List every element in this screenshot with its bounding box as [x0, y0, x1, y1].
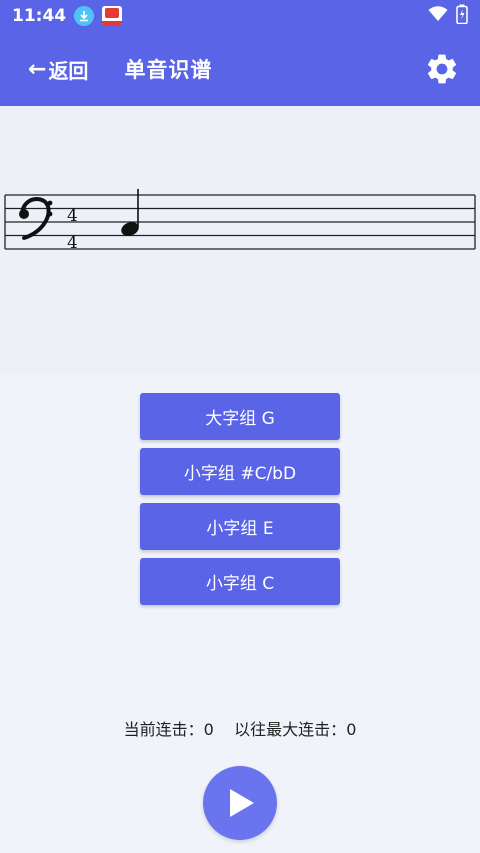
gear-icon: [427, 54, 457, 84]
battery-icon: [456, 4, 468, 28]
app-notification-icon: [102, 6, 123, 26]
max-streak-label: 以往最大连击：: [234, 720, 347, 739]
answer-options: 大字组 G 小字组 #C/bD 小字组 E 小字组 C: [140, 393, 340, 613]
settings-button[interactable]: [424, 51, 460, 87]
streak-stats: 当前连击：0 以往最大连击：0: [0, 716, 480, 740]
current-streak-value: 0: [203, 720, 214, 739]
back-arrow-icon: ←: [28, 56, 47, 82]
app-bar: ← 返回 单音识谱: [0, 32, 480, 106]
bass-clef-icon: [19, 196, 53, 240]
status-time: 11:44: [12, 6, 67, 26]
back-button[interactable]: ← 返回: [28, 55, 88, 84]
time-signature-bottom: 4: [67, 233, 78, 253]
max-streak-value: 0: [346, 720, 357, 739]
page-title: 单音识谱: [124, 58, 213, 82]
quarter-note-icon: [121, 189, 139, 236]
answer-button-3[interactable]: 小字组 E: [140, 503, 340, 550]
answer-button-2[interactable]: 小字组 #C/bD: [140, 448, 340, 495]
music-staff: 4 4: [4, 189, 476, 253]
play-icon: [230, 789, 254, 817]
status-bar: 11:44: [0, 0, 480, 32]
staff-area: 4 4: [0, 106, 480, 374]
back-label: 返回: [48, 58, 89, 83]
download-icon: [74, 6, 95, 26]
answer-button-4[interactable]: 小字组 C: [140, 558, 340, 605]
wifi-icon: [428, 6, 448, 26]
time-signature-top: 4: [67, 206, 78, 226]
current-streak-label: 当前连击：: [123, 720, 204, 739]
answer-button-1[interactable]: 大字组 G: [140, 393, 340, 440]
play-button[interactable]: [203, 766, 277, 840]
